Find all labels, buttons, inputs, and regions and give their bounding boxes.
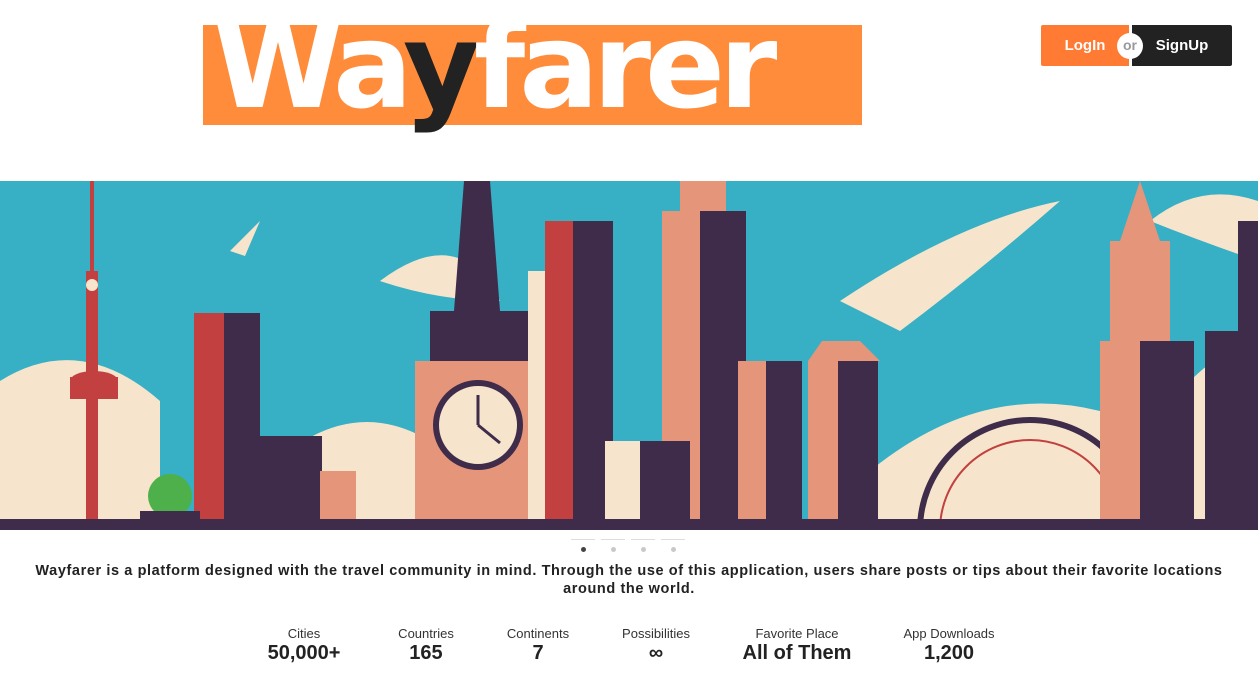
platform-description: Wayfarer is a platform designed with the… <box>35 563 1223 597</box>
stat-favorite-place: Favorite Place All of Them <box>743 626 852 665</box>
logo-text-y: y <box>402 0 480 135</box>
stat-label: Possibilities <box>622 626 690 641</box>
stat-label: Favorite Place <box>755 626 839 641</box>
signup-button[interactable]: SignUp <box>1132 25 1232 66</box>
stat-value: All of Them <box>742 642 852 664</box>
carousel-dot-3[interactable] <box>631 539 655 556</box>
logo-text: Wayfarer <box>213 7 777 125</box>
stats-row: Cities 50,000+ Countries 165 Continents … <box>0 626 1258 676</box>
carousel-dot-1[interactable] <box>571 539 595 556</box>
stat-countries: Countries 165 <box>398 626 454 665</box>
stat-continents: Continents 7 <box>507 626 569 665</box>
stat-possibilities: Possibilities ∞ <box>622 626 690 665</box>
stat-value: ∞ <box>648 642 664 664</box>
hero-carousel[interactable] <box>0 181 1258 530</box>
login-button[interactable]: LogIn <box>1041 25 1129 66</box>
logo-text-left: Wa <box>213 0 409 135</box>
stat-label: Cities <box>287 626 321 641</box>
stat-value: 7 <box>532 642 544 664</box>
stat-value: 165 <box>409 642 443 664</box>
stat-app-downloads: App Downloads 1,200 <box>903 626 994 665</box>
or-separator: or <box>1117 33 1143 59</box>
city-skyline-illustration <box>0 181 1258 530</box>
carousel-indicators <box>571 539 691 556</box>
stat-value: 50,000+ <box>267 642 341 664</box>
stat-label: Countries <box>398 626 454 641</box>
stat-value: 1,200 <box>923 642 975 664</box>
carousel-dot-2[interactable] <box>601 539 625 556</box>
auth-buttons: LogIn SignUp or <box>1041 25 1232 66</box>
stat-cities: Cities 50,000+ <box>268 626 341 665</box>
stat-label: App Downloads <box>903 626 995 641</box>
stat-label: Continents <box>506 626 570 641</box>
logo-text-right: farer <box>473 0 777 135</box>
wayfarer-logo[interactable]: Wayfarer <box>203 7 863 175</box>
carousel-dot-4[interactable] <box>661 539 685 556</box>
